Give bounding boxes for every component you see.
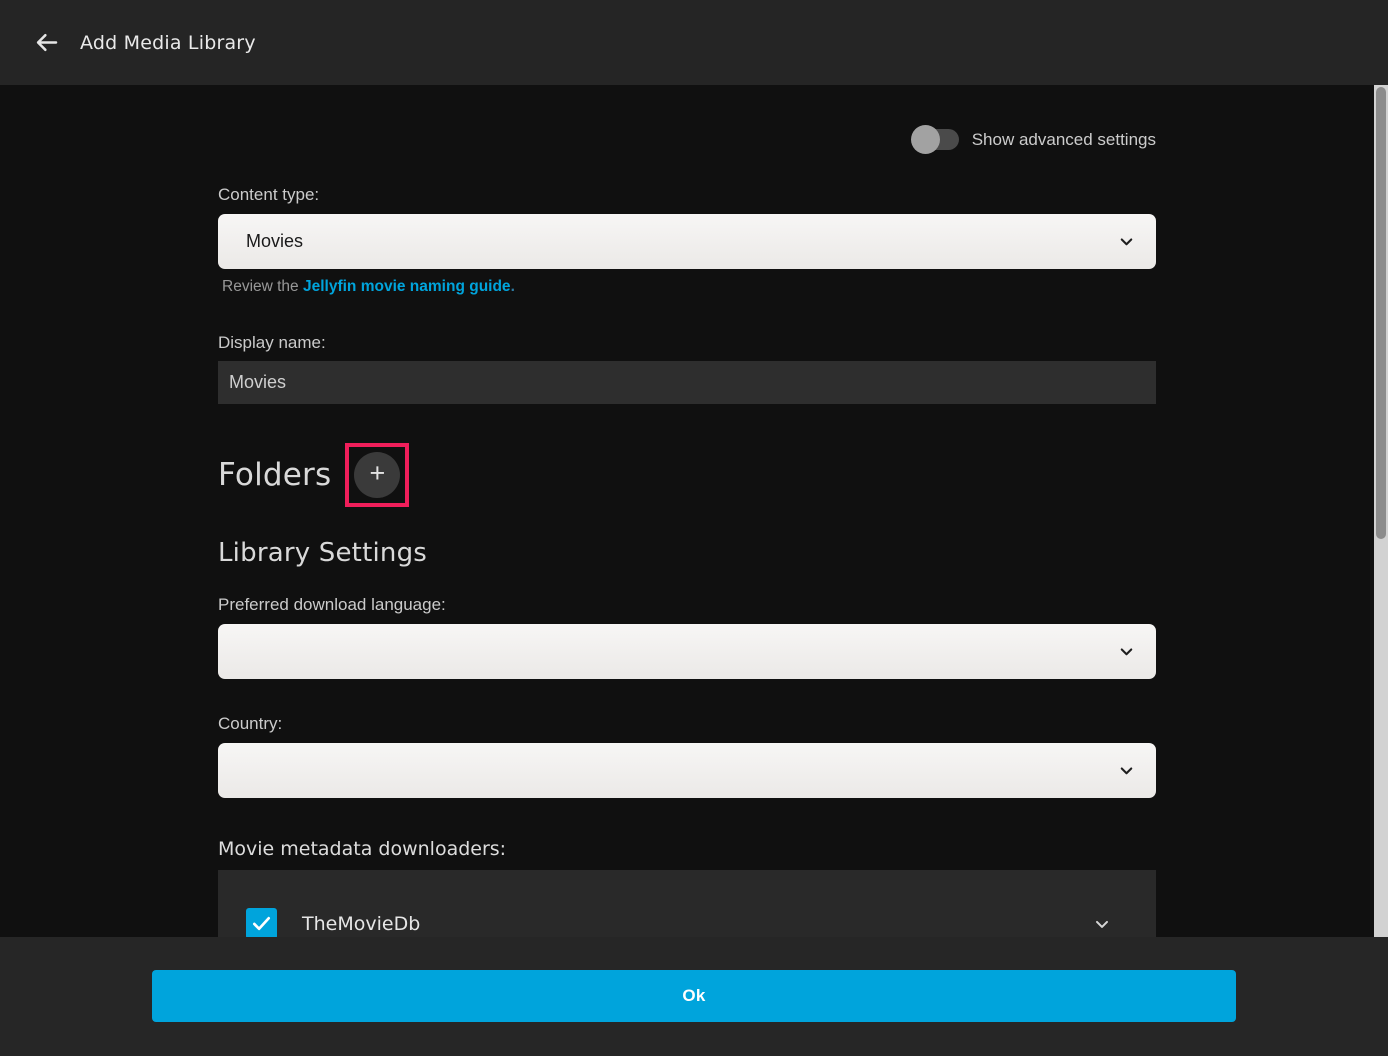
- chevron-down-icon: [1117, 642, 1136, 661]
- add-library-form: Show advanced settings Content type: Mov…: [218, 125, 1156, 937]
- show-advanced-settings-label: Show advanced settings: [972, 130, 1156, 150]
- naming-guide-helper: Review the Jellyfin movie naming guide.: [222, 278, 1156, 296]
- app-header: Add Media Library: [0, 0, 1388, 85]
- toggle-knob: [911, 125, 940, 154]
- form-scroll-area: Show advanced settings Content type: Mov…: [0, 85, 1388, 937]
- add-folder-focus-ring: +: [345, 443, 409, 507]
- scrollbar-thumb[interactable]: [1376, 87, 1386, 539]
- library-settings-heading: Library Settings: [218, 538, 1156, 568]
- plus-icon: +: [369, 460, 385, 487]
- downloader-name: TheMovieDb: [302, 913, 1092, 935]
- page-title: Add Media Library: [80, 32, 256, 54]
- footer-bar: Ok: [0, 937, 1388, 1056]
- naming-guide-link[interactable]: Jellyfin movie naming guide: [303, 278, 511, 295]
- show-advanced-settings-toggle[interactable]: [911, 125, 959, 154]
- folders-heading: Folders: [218, 457, 331, 493]
- display-name-label: Display name:: [218, 333, 1156, 353]
- advanced-settings-row: Show advanced settings: [218, 125, 1156, 154]
- downloader-list-item: TheMovieDb: [218, 870, 1156, 937]
- preferred-language-select[interactable]: [218, 624, 1156, 679]
- themoviedb-checkbox[interactable]: [246, 908, 277, 937]
- ok-button[interactable]: Ok: [152, 970, 1236, 1022]
- content-type-label: Content type:: [218, 185, 1156, 205]
- back-button[interactable]: [24, 21, 68, 65]
- metadata-downloaders-label: Movie metadata downloaders:: [218, 838, 1156, 860]
- chevron-down-icon: [1092, 914, 1112, 934]
- content-type-value: Movies: [246, 231, 1117, 252]
- folders-section-header: Folders +: [218, 443, 1156, 507]
- checkmark-icon: [250, 912, 273, 935]
- preferred-language-label: Preferred download language:: [218, 595, 1156, 615]
- naming-guide-suffix: .: [511, 278, 515, 295]
- scrollbar-track[interactable]: [1374, 85, 1388, 937]
- country-label: Country:: [218, 714, 1156, 734]
- display-name-input[interactable]: [218, 361, 1156, 404]
- content-type-select[interactable]: Movies: [218, 214, 1156, 269]
- downloader-expand-button[interactable]: [1092, 914, 1112, 934]
- chevron-down-icon: [1117, 761, 1136, 780]
- metadata-downloaders-panel: TheMovieDb: [218, 870, 1156, 937]
- naming-guide-prefix: Review the: [222, 278, 303, 295]
- add-folder-button[interactable]: +: [354, 452, 400, 498]
- chevron-down-icon: [1117, 232, 1136, 251]
- country-select[interactable]: [218, 743, 1156, 798]
- arrow-left-icon: [33, 29, 60, 56]
